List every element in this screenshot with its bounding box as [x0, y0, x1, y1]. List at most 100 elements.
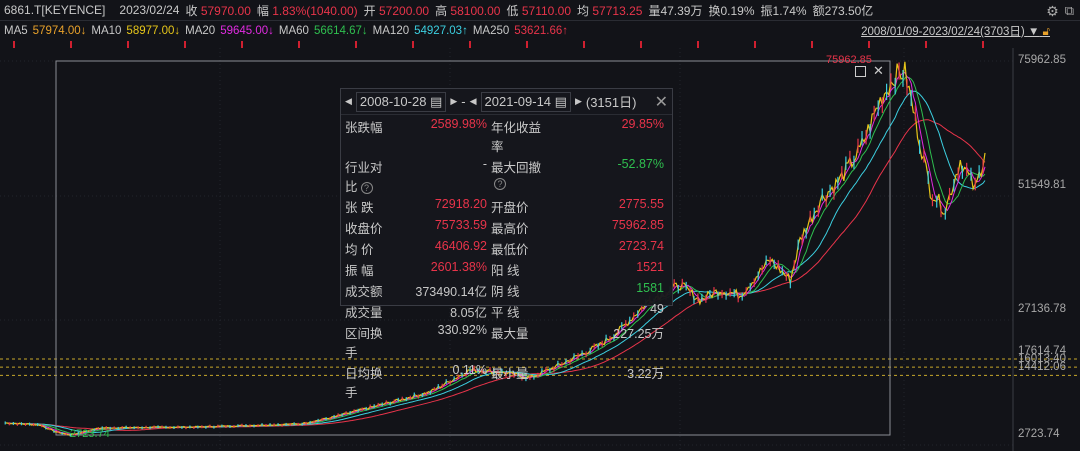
low-annotation: 2723.74	[70, 428, 110, 440]
stat-label: 开盘价	[491, 197, 551, 216]
high-value: 58100.00	[450, 3, 501, 18]
stat-value: 46406.92	[391, 239, 491, 258]
ma-label: MA10	[91, 25, 122, 37]
close-selection-icon[interactable]: ✕	[873, 63, 884, 79]
axis-label: 2723.74	[1018, 428, 1060, 440]
stat-label: 最高价	[491, 218, 551, 237]
stat-label: 区间换手	[345, 323, 391, 361]
start-date[interactable]: 2008-10-28	[360, 94, 427, 109]
avg-value: 57713.25	[592, 3, 643, 18]
stat-label-text: 区间换手	[345, 327, 383, 360]
change-value: 1.83%(1040.00)	[272, 3, 358, 18]
stat-value-text: 75962.85	[611, 218, 664, 232]
stat-label-text: 最低价	[491, 243, 529, 257]
date: 2023/02/24	[119, 3, 180, 17]
stat-value-text: 1581	[636, 281, 664, 295]
stat-value-text: 72918.20	[434, 197, 487, 211]
stat-value: 1581	[551, 281, 668, 300]
start-next-icon[interactable]: ▶	[450, 96, 457, 107]
close-icon[interactable]: ✕	[655, 92, 668, 112]
close-value: 57970.00	[200, 3, 251, 18]
open-value: 57200.00	[379, 3, 430, 18]
turn-value: 0.19%	[720, 3, 755, 18]
stat-label: 平 线	[491, 302, 551, 321]
stat-value: 2723.74	[551, 239, 668, 258]
calendar-icon[interactable]: ▤	[430, 94, 442, 109]
stat-label: 振 幅	[345, 260, 391, 279]
axis-label: 27136.78	[1018, 303, 1066, 315]
stat-value-text: 1521	[636, 260, 664, 274]
stat-label-text: 阳 线	[491, 264, 520, 278]
stat-value: 75733.59	[391, 218, 491, 237]
stat-value: -	[391, 157, 491, 195]
stat-label: 阳 线	[491, 260, 551, 279]
lock-icon[interactable]: 🔓︎	[1043, 26, 1050, 38]
stat-label-text: 年化收益率	[491, 121, 542, 154]
stat-value: 2589.98%	[391, 117, 491, 155]
end-prev-icon[interactable]: ◀	[470, 96, 477, 107]
stat-value: 0.11%	[391, 363, 491, 401]
stat-value: 3.22万	[551, 363, 668, 401]
low-label: 低	[506, 3, 519, 18]
date-range[interactable]: 2008/01/09-2023/02/24(3703日)	[861, 26, 1025, 38]
help-icon[interactable]: ?	[360, 182, 373, 194]
stat-value: 2601.38%	[391, 260, 491, 279]
stat-label-text: 收盘价	[345, 222, 383, 236]
stat-label-text: 成交额	[345, 285, 383, 299]
axis-label: 51549.81	[1018, 179, 1066, 191]
stat-value-text: 373490.14亿	[415, 285, 487, 299]
axis-label: 14412.06	[1018, 361, 1066, 373]
stat-value: 2775.55	[551, 197, 668, 216]
date-range-selector[interactable]: 2008/01/09-2023/02/24(3703日) ▼ 🔓︎	[861, 23, 1050, 39]
amt-label: 额	[812, 3, 825, 18]
stat-label-text: 日均换手	[345, 367, 383, 400]
stat-label-text: 均 价	[345, 243, 374, 257]
start-prev-icon[interactable]: ◀	[345, 96, 352, 107]
end-date-input[interactable]: 2021-09-14 ▤	[480, 91, 571, 112]
stat-value-text: 2601.38%	[430, 260, 487, 274]
stat-value: 8.05亿	[391, 302, 491, 321]
stat-value-text: 2775.55	[618, 197, 664, 211]
stat-label-text: 开盘价	[491, 201, 529, 215]
ma-label: MA250	[472, 25, 510, 37]
quote-header: 6861.T[KEYENCE] 2023/02/24 收 57970.00 幅 …	[0, 0, 1080, 21]
dropdown-icon[interactable]: ▼	[1028, 26, 1039, 38]
stat-value-text: 0.11%	[452, 363, 487, 377]
stat-value: 373490.14亿	[391, 281, 491, 300]
stat-label: 收盘价	[345, 218, 391, 237]
close-label: 收	[185, 3, 198, 18]
stat-label-text: 最大回撤	[491, 161, 542, 175]
stat-label: 成交量	[345, 302, 391, 321]
end-date[interactable]: 2021-09-14	[485, 94, 552, 109]
stat-label-text: 最小量	[491, 367, 529, 381]
stat-label: 行业对比?	[345, 157, 391, 195]
stat-value: 227.25万	[551, 323, 668, 361]
stat-label: 日均换手	[345, 363, 391, 401]
axis-label: 75962.85	[1018, 54, 1066, 66]
ma-label: MA120	[372, 25, 410, 37]
settings-icon[interactable]: ⚙	[1046, 3, 1059, 20]
end-next-icon[interactable]: ▶	[575, 96, 582, 107]
ma-label: MA60	[278, 25, 309, 37]
stat-label: 阴 线	[491, 281, 551, 300]
calendar-icon[interactable]: ▤	[555, 94, 567, 109]
help-icon[interactable]: ?	[494, 178, 506, 190]
interval-stats-popup: ◀ 2008-10-28 ▤ ▶ - ◀ 2021-09-14 ▤ ▶ (315…	[340, 88, 673, 400]
vol-value: 47.39万	[660, 3, 703, 18]
stat-label-text: 张跌幅	[345, 121, 383, 135]
maximize-icon[interactable]	[855, 66, 866, 77]
stat-label: 最低价	[491, 239, 551, 258]
start-date-input[interactable]: 2008-10-28 ▤	[355, 91, 447, 112]
avg-label: 均	[577, 3, 590, 18]
stat-label-text: 阴 线	[491, 285, 520, 299]
stat-label: 均 价	[345, 239, 391, 258]
vol-label: 量	[648, 3, 661, 18]
change-label: 幅	[256, 3, 269, 18]
stat-value-text: 49	[650, 302, 664, 316]
ma-label: MA20	[185, 25, 216, 37]
stat-value-text: 330.92%	[437, 323, 487, 337]
amp-value: 1.74%	[772, 3, 807, 18]
stat-label: 张 跌	[345, 197, 391, 216]
stat-value-text: 46406.92	[434, 239, 487, 253]
popout-icon[interactable]: ⧉	[1065, 3, 1074, 20]
